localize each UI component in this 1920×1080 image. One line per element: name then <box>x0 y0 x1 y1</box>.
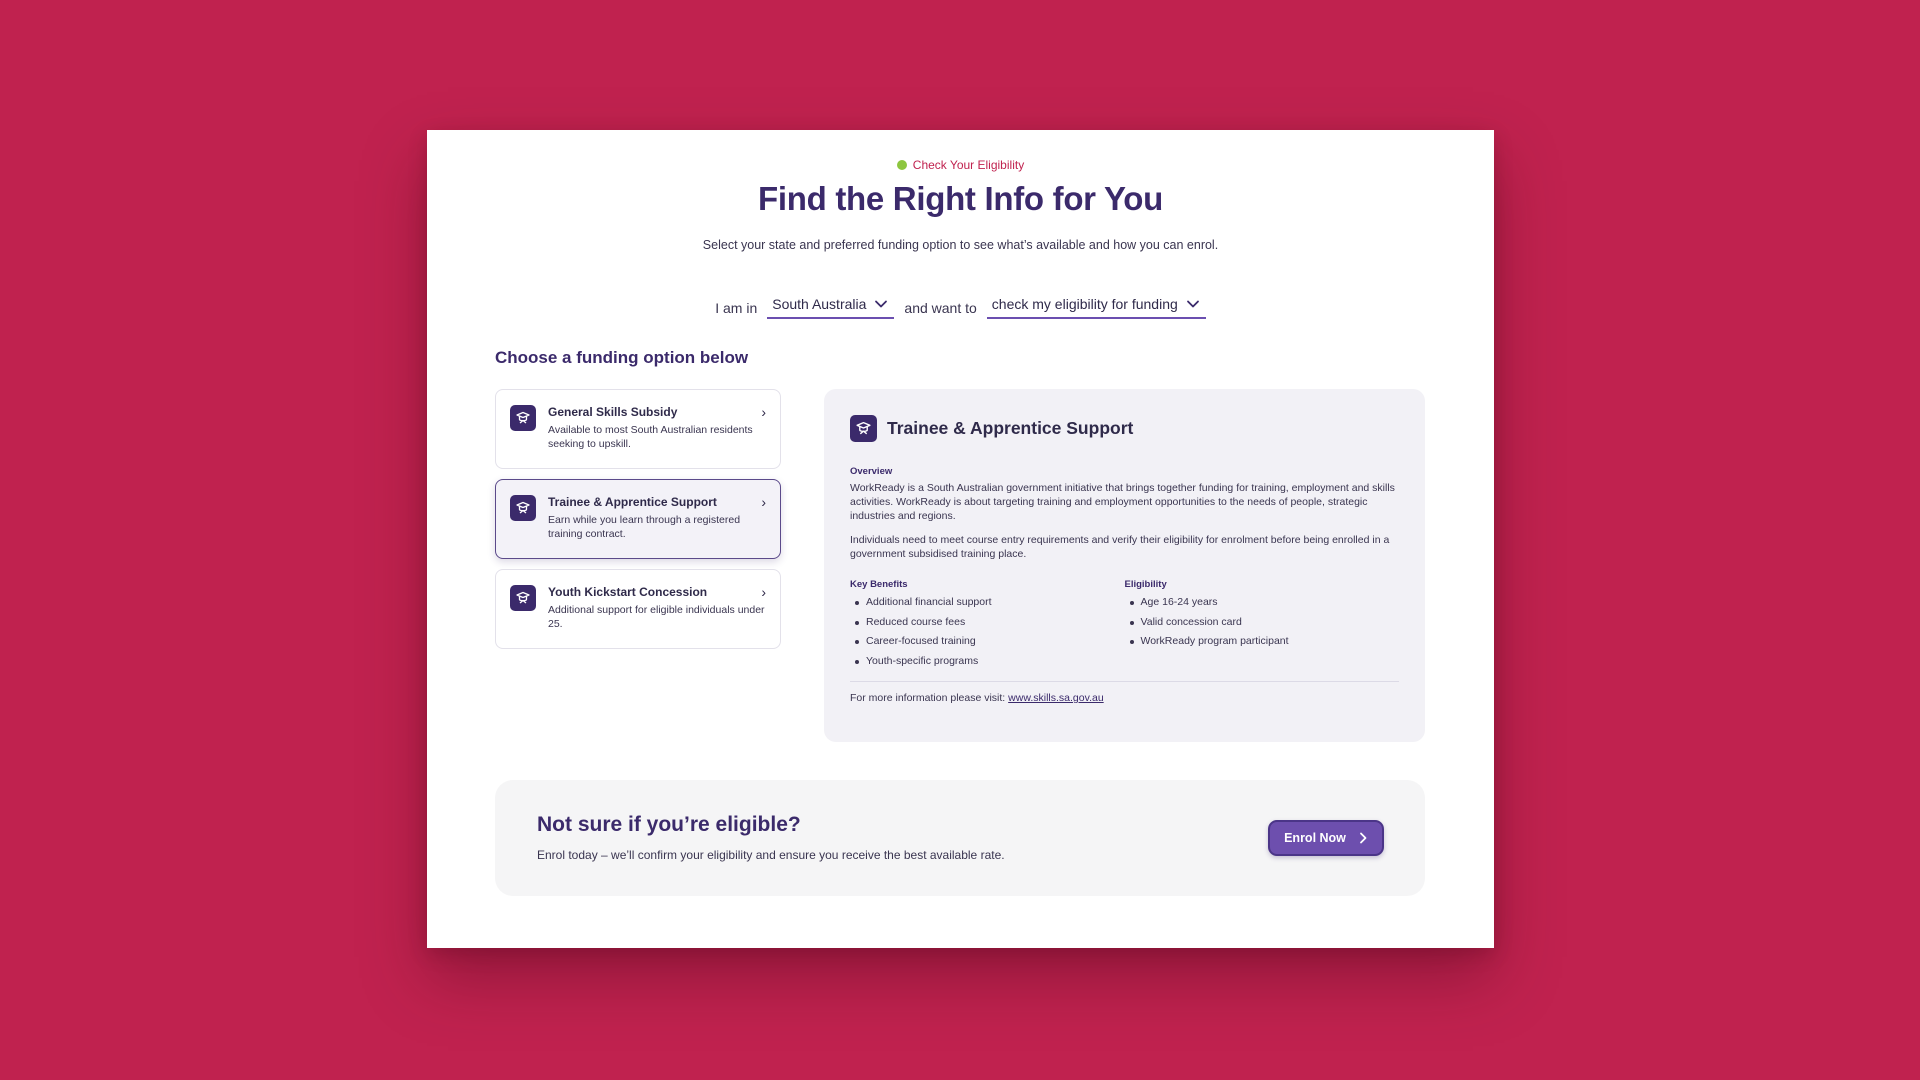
detail-title: Trainee & Apprentice Support <box>887 418 1134 438</box>
section-heading: Choose a funding option below <box>495 348 749 367</box>
option-title: General Skills Subsidy <box>548 405 678 419</box>
overview-paragraph: WorkReady is a South Australian governme… <box>850 482 1395 522</box>
option-general-skills-subsidy[interactable]: General Skills Subsidy Available to most… <box>495 389 781 469</box>
goal-select-value: check my eligibility for funding <box>991 296 1178 312</box>
eyebrow-label: Check Your Eligibility <box>912 158 1025 172</box>
footer-text: For more information please visit: <box>850 692 1006 704</box>
eyebrow: Check Your Eligibility <box>427 158 1494 172</box>
option-youth-kickstart-concession[interactable]: Youth Kickstart Concession Additional su… <box>495 569 781 649</box>
option-trainee-apprentice-support[interactable]: Trainee & Apprentice Support Earn while … <box>495 479 781 559</box>
option-title: Youth Kickstart Concession <box>548 585 708 599</box>
list-item: Valid concession card <box>1125 613 1400 633</box>
eligibility: Eligibility Age 16-24 years Valid conces… <box>1125 579 1400 671</box>
funding-info-card: Check Your Eligibility Find the Right In… <box>427 130 1494 948</box>
graduation-cap-icon <box>510 495 536 521</box>
divider <box>850 681 1399 682</box>
eligibility-label: Eligibility <box>1124 579 1167 590</box>
detail-footer: For more information please visit: www.s… <box>850 692 1399 704</box>
status-dot-icon <box>896 160 907 170</box>
graduation-cap-icon <box>510 405 536 431</box>
key-benefits-list: Additional financial support Reduced cou… <box>850 593 1125 671</box>
selector-middle: and want to <box>904 299 977 316</box>
list-item: WorkReady program participant <box>1125 632 1400 652</box>
cta-title: Not sure if you’re eligible? <box>537 813 801 836</box>
chevron-down-icon <box>875 300 888 308</box>
graduation-cap-icon <box>510 585 536 611</box>
enrol-now-button[interactable]: Enrol Now <box>1268 820 1384 856</box>
page-title: Find the Right Info for You <box>758 180 1163 217</box>
list-item: Reduced course fees <box>850 613 1125 633</box>
overview-paragraph: Individuals need to meet course entry re… <box>850 534 1390 560</box>
list-item: Additional financial support <box>850 593 1125 613</box>
enrol-now-label: Enrol Now <box>1284 831 1346 845</box>
chevron-right-icon: › <box>761 494 766 510</box>
eligibility-cta: Not sure if you’re eligible? Enrol today… <box>495 780 1425 896</box>
chevron-right-icon: › <box>761 584 766 600</box>
state-select-value: South Australia <box>772 296 867 312</box>
option-title: Trainee & Apprentice Support <box>548 495 717 509</box>
graduation-cap-icon <box>850 415 877 442</box>
detail-header: Trainee & Apprentice Support <box>850 415 1399 442</box>
cta-subtitle: Enrol today – we’ll confirm your eligibi… <box>537 848 1005 862</box>
overview-label: Overview <box>850 466 893 477</box>
option-description: Earn while you learn through a registere… <box>548 514 741 540</box>
list-item: Career-focused training <box>850 632 1125 652</box>
chevron-down-icon <box>1186 300 1199 308</box>
list-item: Youth-specific programs <box>850 652 1125 672</box>
eligibility-list: Age 16-24 years Valid concession card Wo… <box>1125 593 1400 652</box>
chevron-right-icon <box>1360 832 1367 844</box>
chevron-right-icon: › <box>761 404 766 420</box>
option-detail-panel: Trainee & Apprentice Support Overview Wo… <box>824 389 1425 742</box>
option-description: Additional support for eligible individu… <box>548 604 765 630</box>
list-item: Age 16-24 years <box>1125 593 1400 613</box>
key-benefits-label: Key Benefits <box>850 579 908 590</box>
skills-sa-link[interactable]: www.skills.sa.gov.au <box>1008 692 1104 704</box>
state-select[interactable]: South Australia <box>767 296 895 319</box>
option-description: Available to most South Australian resid… <box>548 424 753 450</box>
goal-select[interactable]: check my eligibility for funding <box>986 296 1206 319</box>
selector-prefix: I am in <box>715 299 758 316</box>
page-subtitle: Select your state and preferred funding … <box>702 238 1219 252</box>
key-benefits: Key Benefits Additional financial suppor… <box>850 579 1125 671</box>
selector-row: I am in South Australia and want to chec… <box>427 296 1494 319</box>
detail-columns: Key Benefits Additional financial suppor… <box>850 579 1399 671</box>
